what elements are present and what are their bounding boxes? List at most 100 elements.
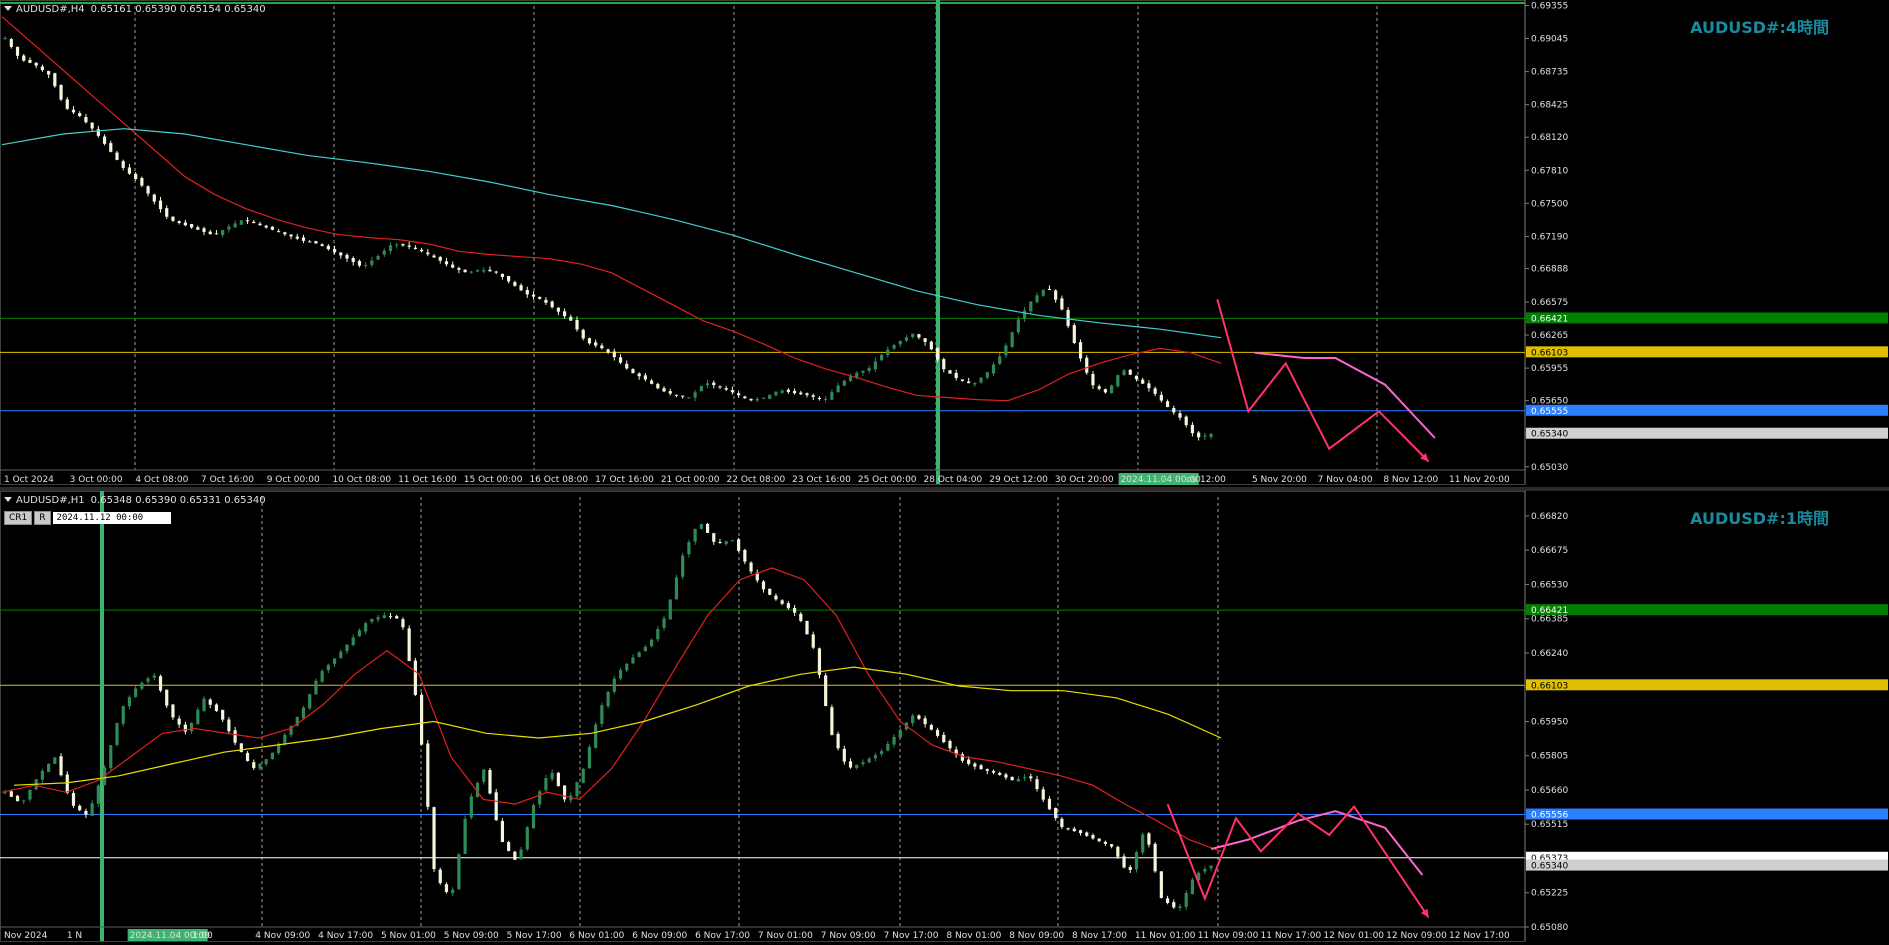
h1-candle-body bbox=[873, 755, 877, 759]
h4-chart-svg[interactable]: 0.69355 0.69045 0.68735 0.68425 0.68120 0.678… bbox=[0, 0, 1889, 487]
h4-candle-body bbox=[500, 273, 505, 277]
h4-level-badge bbox=[1526, 404, 1888, 416]
h4-y-tick-label: 0.67190 bbox=[1531, 232, 1568, 242]
h1-candle-body bbox=[681, 555, 685, 577]
h1-candle-body bbox=[631, 657, 635, 664]
h4-candle-body bbox=[1197, 432, 1201, 438]
h4-candle-body bbox=[1209, 433, 1213, 437]
h1-candle-body bbox=[115, 723, 119, 745]
h1-candle-body bbox=[189, 723, 194, 732]
h1-symbol: AUDUSD#,H1 bbox=[16, 495, 85, 506]
h4-candle-body bbox=[1203, 435, 1207, 437]
h4-candle-body bbox=[1190, 424, 1195, 434]
h4-x-tick-label: 28 Oct 04:00 bbox=[924, 475, 983, 485]
h4-candle-body bbox=[985, 372, 989, 378]
h4-candle-body bbox=[326, 245, 330, 250]
h4-level-badge bbox=[1526, 427, 1888, 439]
h4-candle-body bbox=[569, 316, 573, 321]
h1-candle-body bbox=[1047, 798, 1052, 810]
h4-candle-body bbox=[1122, 370, 1126, 376]
h4-candle-body bbox=[1072, 325, 1076, 344]
h1-frame bbox=[0, 491, 1526, 942]
h4-candle-body bbox=[53, 73, 57, 87]
h1-candle-body bbox=[196, 709, 200, 725]
h4-candle-body bbox=[1116, 375, 1120, 387]
h4-candle-body bbox=[40, 66, 45, 71]
h4-candle-body bbox=[824, 398, 828, 400]
h1-candle-body bbox=[127, 697, 132, 707]
h4-y-tick-label: 0.67500 bbox=[1531, 199, 1568, 209]
cr1-button[interactable]: CR1 bbox=[4, 511, 33, 525]
h4-candle-body bbox=[842, 380, 846, 386]
h1-candle-body bbox=[1159, 871, 1163, 898]
h4-candle-body bbox=[158, 200, 163, 210]
h1-candle-body bbox=[22, 800, 26, 802]
h4-candle-body bbox=[407, 245, 411, 247]
h1-candle-body bbox=[1004, 774, 1008, 778]
h4-candle-body bbox=[270, 226, 275, 230]
h1-x-tick-label: 7 Nov 09:00 bbox=[821, 931, 876, 941]
dropdown-triangle-icon[interactable] bbox=[4, 497, 12, 502]
h4-candle-body bbox=[805, 393, 809, 396]
h1-y-tick-label: 0.65805 bbox=[1531, 752, 1568, 762]
h4-candle-body bbox=[245, 220, 250, 222]
h1-chart-pane[interactable]: 0.668200.666750.665300.663850.662400.660… bbox=[0, 491, 1889, 945]
h4-candle-body bbox=[1035, 295, 1039, 303]
h4-candle-body bbox=[600, 345, 604, 349]
h4-candle-body bbox=[774, 391, 778, 396]
h1-candle-body bbox=[407, 628, 411, 662]
h4-candle-body bbox=[637, 373, 641, 377]
h4-y-tick-label: 0.66575 bbox=[1531, 298, 1568, 308]
h4-candle-body bbox=[973, 382, 977, 385]
h1-x-tick-label: Nov 2024 bbox=[4, 931, 48, 941]
h4-candle-body bbox=[656, 383, 660, 389]
h4-header: AUDUSD#,H4 0.65161 0.65390 0.65154 0.6534… bbox=[4, 4, 266, 15]
h1-candle-body bbox=[158, 676, 163, 691]
h1-candle-body bbox=[165, 689, 169, 706]
h1-candle-body bbox=[1203, 869, 1207, 872]
h1-candle-body bbox=[332, 658, 337, 664]
h4-candle-body bbox=[960, 379, 965, 381]
h4-candle-body bbox=[581, 329, 585, 339]
h4-candle-body bbox=[1134, 375, 1139, 380]
h4-candle-body bbox=[214, 233, 219, 235]
h4-candle-body bbox=[948, 370, 952, 374]
date-input[interactable]: 2024.11.12 00:00 bbox=[52, 512, 171, 524]
h1-candle-body bbox=[233, 730, 237, 743]
h1-candle-body bbox=[662, 618, 666, 628]
h4-candle-body bbox=[134, 173, 138, 180]
h4-candle-body bbox=[426, 252, 430, 255]
h1-candle-body bbox=[1190, 879, 1195, 895]
h4-candle-body bbox=[152, 194, 156, 202]
h1-chart-svg[interactable]: 0.668200.666750.665300.663850.662400.660… bbox=[0, 491, 1889, 945]
h1-candle-body bbox=[1091, 834, 1095, 839]
h4-candle-body bbox=[730, 390, 735, 393]
h4-candle-body bbox=[22, 55, 26, 61]
h4-chart-pane[interactable]: 0.69355 0.69045 0.68735 0.68425 0.68120 0.678… bbox=[0, 0, 1889, 487]
h1-x-tick-label: 7 Nov 17:00 bbox=[884, 931, 939, 941]
h4-candle-body bbox=[165, 208, 169, 217]
h1-candle-body bbox=[457, 854, 461, 890]
h4-candle-body bbox=[370, 260, 374, 265]
r-button[interactable]: R bbox=[34, 511, 51, 525]
h4-candle-body bbox=[202, 228, 206, 232]
h1-candle-body bbox=[737, 539, 741, 551]
h4-candle-body bbox=[911, 333, 915, 338]
h1-x-tick-label: 8 Nov 09:00 bbox=[1009, 931, 1064, 941]
h1-candle-body bbox=[606, 691, 610, 707]
h4-y-tick-label: 0.68735 bbox=[1531, 68, 1568, 78]
h4-candle-body bbox=[1078, 342, 1083, 359]
h1-level-badge bbox=[1526, 859, 1888, 871]
h1-x-tick-label: 5 Nov 01:00 bbox=[381, 931, 436, 941]
h4-candle-body bbox=[991, 364, 996, 374]
h1-candle-body bbox=[824, 675, 828, 706]
h4-candle-body bbox=[625, 363, 629, 369]
h1-candle-body bbox=[1184, 892, 1188, 907]
h4-x-tick-label: 17 Oct 16:00 bbox=[595, 475, 654, 485]
dropdown-triangle-icon[interactable] bbox=[4, 6, 12, 11]
h4-candle-body bbox=[463, 269, 467, 273]
h4-candle-body bbox=[1147, 383, 1151, 389]
h1-candle-body bbox=[208, 699, 212, 705]
h4-candle-body bbox=[693, 392, 697, 398]
h4-x-tick-label: 11 Nov 20:00 bbox=[1449, 475, 1510, 485]
